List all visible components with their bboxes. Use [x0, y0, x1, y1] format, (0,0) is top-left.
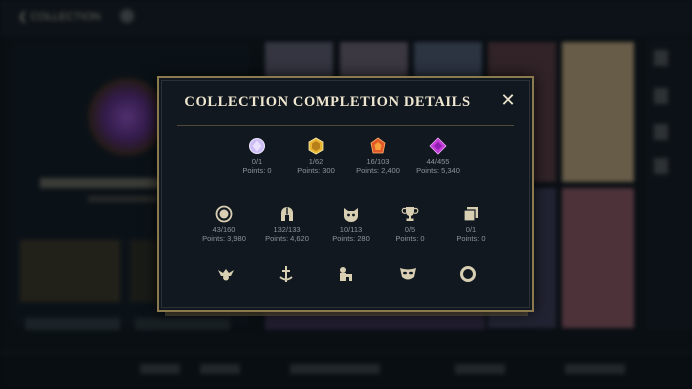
companion-icon [340, 267, 352, 281]
stat-count: 44/455 [426, 157, 450, 166]
collection-details-modal: COLLECTION COMPLETION DETAILS ✕ 0/1 Poin… [157, 76, 534, 312]
emote-icon [218, 269, 234, 281]
stat-points: Points: 5,340 [416, 166, 460, 175]
ring-icon [460, 266, 476, 282]
modal-title: COLLECTION COMPLETION DETAILS [184, 94, 471, 110]
stat-crystal-purple: 44/455 Points: 5,340 [398, 137, 478, 175]
cards-icon [463, 207, 478, 222]
stat-count: 0/1 [465, 225, 477, 234]
poro-icon [344, 208, 358, 222]
trophy-icon [401, 207, 419, 221]
title-divider [177, 125, 514, 126]
close-icon[interactable]: ✕ [500, 92, 516, 110]
crystal-gold-icon [308, 137, 324, 155]
circle-token-icon [215, 205, 233, 223]
ward-icon [279, 266, 293, 282]
helmet-icon [281, 207, 293, 221]
stat-cards: 0/1 Points: 0 [431, 205, 511, 243]
crystal-white-icon [249, 138, 265, 154]
crystal-purple-icon [429, 137, 447, 155]
crystal-orange-icon [370, 137, 386, 154]
mask-icon [400, 268, 416, 280]
stat-points: Points: 0 [456, 234, 486, 243]
modal-ledge [165, 312, 528, 316]
